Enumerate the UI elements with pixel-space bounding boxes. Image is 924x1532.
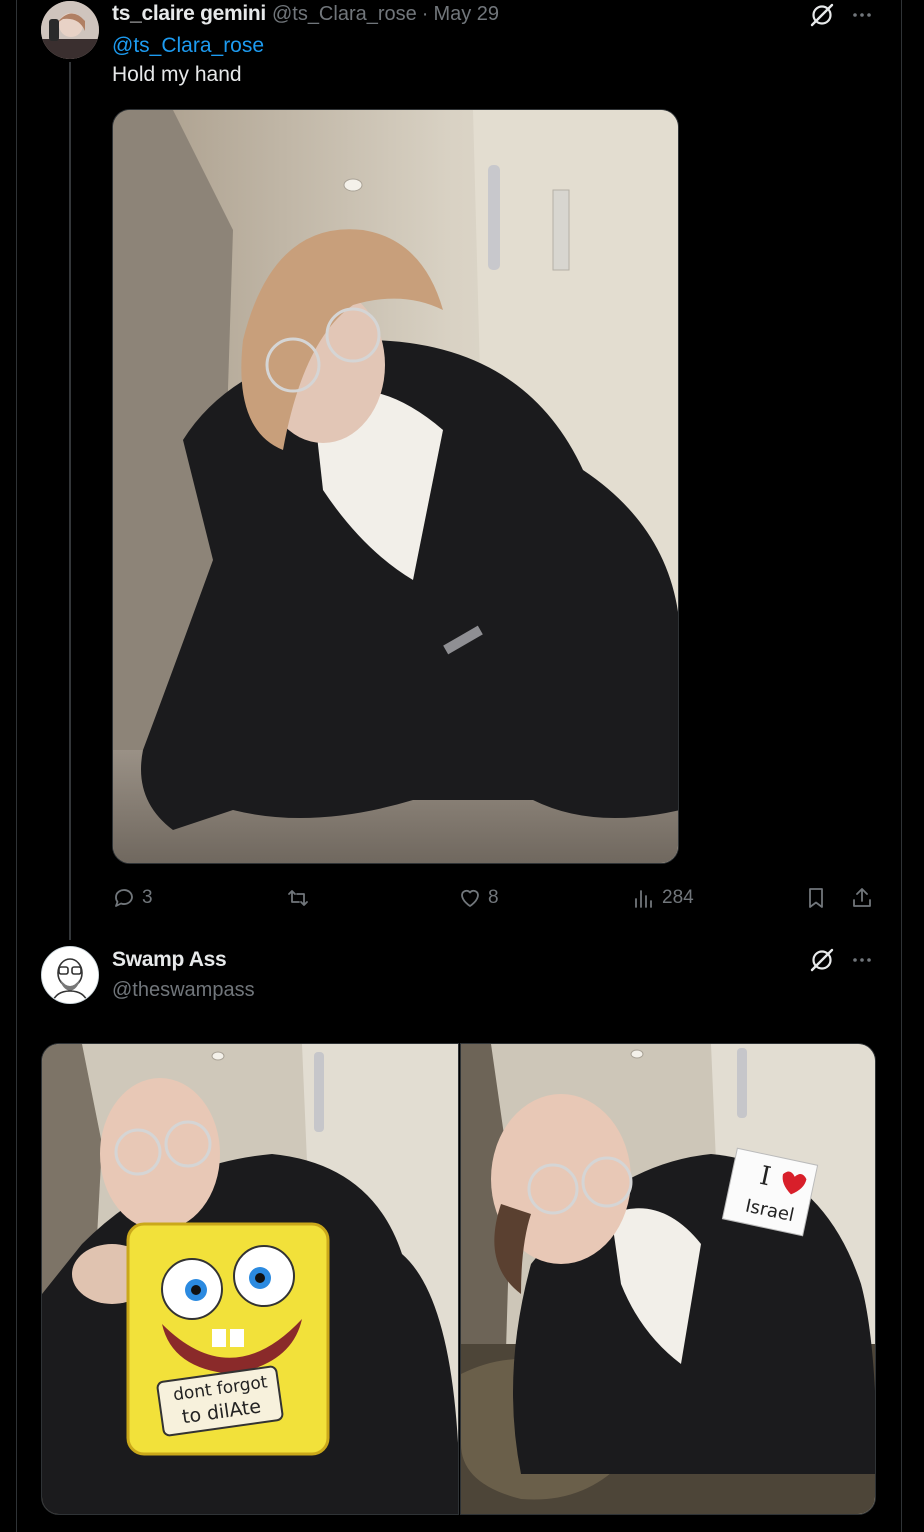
more-icon[interactable]: [849, 2, 875, 28]
tweet-2-header: Swamp Ass: [112, 946, 227, 974]
avatar-ts-claire[interactable]: [41, 1, 99, 59]
more-icon[interactable]: [849, 947, 875, 973]
share-icon: [853, 888, 871, 907]
grok-icon[interactable]: [809, 947, 835, 973]
thread-connector-line: [69, 62, 71, 940]
reply-button[interactable]: 3: [112, 884, 153, 912]
tweet-2-photo-left[interactable]: dont forgot to dilAte: [41, 1043, 459, 1515]
share-button[interactable]: [850, 884, 874, 912]
grok-icon[interactable]: [809, 2, 835, 28]
tweet-2-photo-right[interactable]: I Israel: [460, 1043, 876, 1515]
bookmark-icon: [809, 888, 823, 908]
mention-link[interactable]: @ts_Clara_rose: [112, 34, 264, 58]
like-count: 8: [488, 887, 499, 908]
views-count: 284: [662, 887, 694, 908]
reply-count: 3: [142, 887, 153, 908]
tweet-1-header: ts_claire gemini @ts_Clara_rose · May 29: [112, 0, 499, 28]
separator-dot: ·: [421, 2, 429, 25]
user-handle[interactable]: @theswampass: [112, 979, 255, 1002]
tweet-2-handle-row: @theswampass: [112, 976, 255, 1004]
user-handle[interactable]: @ts_Clara_rose: [272, 3, 417, 26]
bookmark-button[interactable]: [804, 884, 828, 912]
column-border-right: [901, 0, 902, 1532]
like-button[interactable]: 8: [458, 884, 499, 912]
views-icon: [635, 890, 652, 908]
heart-icon: [461, 889, 479, 907]
retweet-button[interactable]: [286, 884, 316, 912]
tweet-1-photo[interactable]: [112, 109, 679, 864]
retweet-icon: [288, 890, 308, 906]
avatar-swamp-ass[interactable]: [41, 946, 99, 1004]
display-name[interactable]: ts_claire gemini: [112, 2, 266, 26]
views-button[interactable]: 284: [632, 884, 694, 912]
reply-icon: [115, 889, 133, 907]
display-name[interactable]: Swamp Ass: [112, 948, 227, 972]
column-border-left: [16, 0, 17, 1532]
tweet-date[interactable]: May 29: [433, 3, 499, 26]
tweet-text: Hold my hand: [112, 63, 242, 86]
